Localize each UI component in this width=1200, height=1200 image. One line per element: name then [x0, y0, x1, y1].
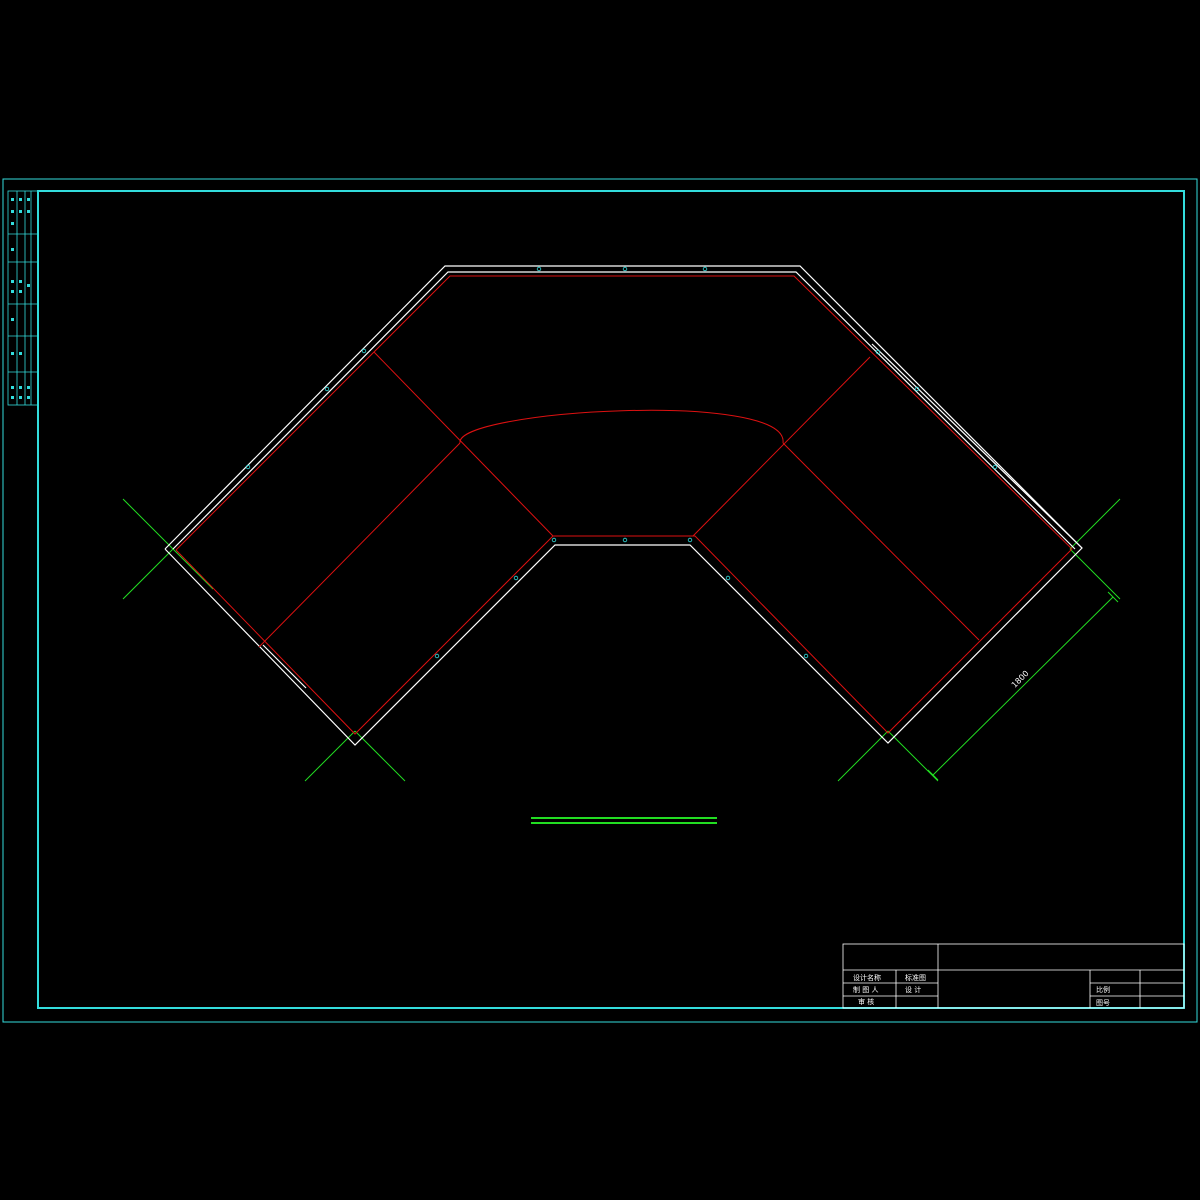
title-block-project-value: 标准图: [905, 973, 926, 982]
title-block-checked-label: 审 核: [858, 997, 874, 1006]
title-block-project-label: 设计名称: [853, 973, 881, 982]
title-block-drawn-value: 设 计: [905, 985, 921, 994]
title-block-drawn-label: 制 图 人: [853, 985, 878, 994]
title-block-sheet-label: 图号: [1096, 999, 1110, 1007]
cad-drawing: 1800 设计名称 标准图 制 图 人 设 计 审 核 比例 图号: [0, 0, 1200, 1200]
title-block-scale-label: 比例: [1096, 985, 1110, 994]
